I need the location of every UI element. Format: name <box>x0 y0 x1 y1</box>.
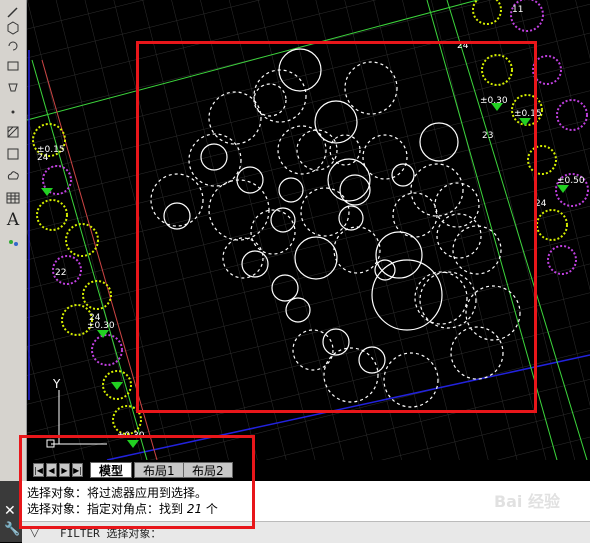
draw-toolbar: A <box>0 0 27 484</box>
close-icon[interactable]: ✕ <box>4 503 16 519</box>
region-icon[interactable] <box>3 144 23 164</box>
tab-model[interactable]: 模型 <box>90 462 133 478</box>
first-tab-button[interactable]: |◀ <box>33 463 44 477</box>
command-history-suffix: 个 <box>202 502 218 516</box>
plant-label: ±0.15 <box>37 145 65 155</box>
attribute-icon[interactable] <box>3 232 23 252</box>
command-prompt-icon: ▽ <box>30 525 40 539</box>
plant-label: 22 <box>55 268 66 278</box>
plant-label: ±0.50 <box>557 176 585 186</box>
wrench-icon[interactable]: 🔧 <box>4 522 20 537</box>
plant-label: 23 <box>482 131 493 141</box>
command-history-line: 选择对象：将过滤器应用到选择。 <box>27 486 208 500</box>
last-tab-button[interactable]: ▶| <box>72 463 83 477</box>
plant-label: 24 <box>457 41 469 51</box>
layout-tabs-bar: |◀ ◀ ▶ ▶| 模型 布局1 布局2 <box>27 460 590 480</box>
plant-label: 24 <box>535 199 547 209</box>
plant-label: ±0.30 <box>87 321 115 331</box>
hexagon-icon[interactable] <box>3 18 23 38</box>
watermark: Bai 经验 <box>493 492 560 511</box>
plant-label: 11 <box>512 5 523 15</box>
drawing-canvas[interactable]: 24 22 24 ±0.30 ±0.30 11 24 ±0.30 23 ±0.5… <box>27 0 590 460</box>
table-icon[interactable] <box>3 188 23 208</box>
command-history-line: 选择对象：指定对角点：找到 21 个 <box>27 501 218 517</box>
rotate-icon[interactable] <box>3 36 23 56</box>
command-window-grip[interactable]: ✕ 🔧 <box>0 481 22 542</box>
stamp-icon[interactable] <box>3 56 23 76</box>
tab-layout1[interactable]: 布局1 <box>134 462 184 478</box>
command-history-prefix: 选择对象：指定对角点：找到 <box>27 502 187 516</box>
plant-label: ±0.30 <box>117 431 145 441</box>
bucket-icon[interactable] <box>3 76 23 96</box>
plant-label: ±0.15 <box>514 109 542 119</box>
point-icon[interactable] <box>3 100 23 120</box>
prev-tab-button[interactable]: ◀ <box>46 463 57 477</box>
text-icon[interactable]: A <box>3 210 23 230</box>
next-tab-button[interactable]: ▶ <box>59 463 70 477</box>
tab-layout2[interactable]: 布局2 <box>183 462 233 478</box>
command-input-text: FILTER 选择对象： <box>60 527 162 540</box>
cloud-icon[interactable] <box>3 166 23 186</box>
hatch-icon[interactable] <box>3 122 23 142</box>
command-input[interactable]: ▽ FILTER 选择对象： <box>22 521 590 543</box>
ucs-y-label: Y <box>52 377 61 391</box>
plant-label: ±0.30 <box>480 96 508 106</box>
selection-count: 21 <box>186 502 203 516</box>
